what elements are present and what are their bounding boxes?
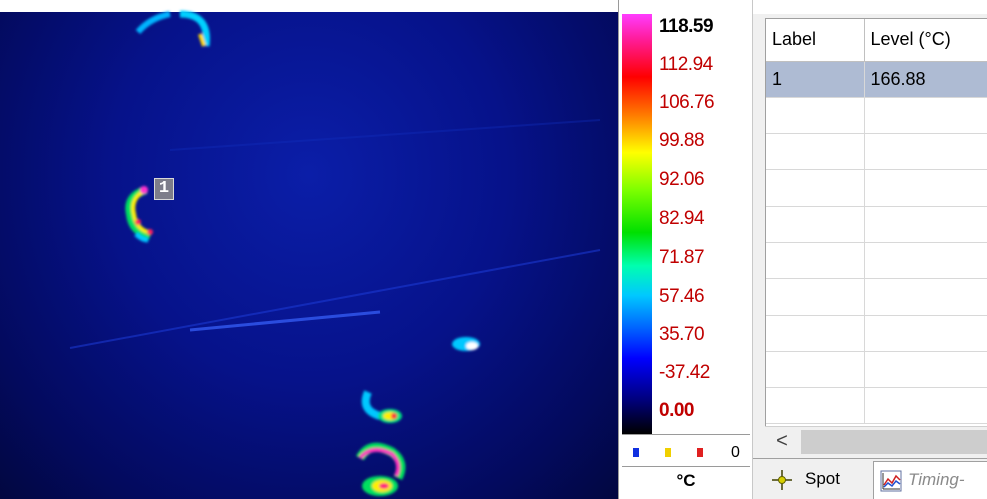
cell-level: 166.88: [864, 61, 987, 98]
table-row-empty: [766, 169, 987, 207]
table-row[interactable]: 1 166.88: [766, 61, 987, 98]
scale-label: 106.76: [659, 92, 715, 113]
tab-timing[interactable]: Timing-: [873, 461, 987, 499]
spot-marker-1[interactable]: 1: [154, 178, 174, 200]
measurement-panel: Label Level (°C) 1 166.88 < Spot Timing-: [752, 0, 987, 499]
palette-markers: 0: [619, 444, 753, 464]
table-row-empty: [766, 242, 987, 280]
scale-label: 112.94: [659, 54, 713, 75]
tab-spot-label: Spot: [805, 469, 840, 488]
column-header-label[interactable]: Label: [766, 19, 865, 62]
palette-red-marker: [697, 448, 703, 457]
column-header-level[interactable]: Level (°C): [864, 19, 987, 62]
scale-min-label[interactable]: 0.00: [659, 400, 694, 422]
hotspot-spot-1: [125, 186, 153, 243]
hotspot-right: [452, 337, 480, 351]
timing-chart-icon: [880, 470, 902, 492]
faint-edge-line: [69, 249, 601, 349]
scale-label: 82.94: [659, 208, 705, 229]
faint-edge-line: [169, 119, 601, 151]
table-row-empty: [766, 97, 987, 135]
spot-grid[interactable]: Label Level (°C) 1 166.88: [765, 18, 987, 426]
scale-label: -37.42: [659, 362, 710, 383]
tab-timing-label: Timing-: [908, 470, 965, 489]
scale-label: 57.46: [659, 286, 705, 307]
spot-crosshair-icon: [772, 470, 792, 490]
scale-label: 92.06: [659, 169, 705, 190]
panel-top-strip: [753, 0, 987, 14]
scrollbar-thumb[interactable]: [801, 430, 987, 454]
temperature-unit[interactable]: °C: [622, 466, 750, 499]
palette-count: 0: [731, 444, 740, 461]
scale-label: 99.88: [659, 130, 705, 151]
palette-yellow-marker: [665, 448, 671, 457]
palette-blue-marker: [633, 448, 639, 457]
hotspot-bottom: [356, 442, 406, 496]
table-row-empty: [766, 133, 987, 171]
thermal-image[interactable]: 1: [0, 0, 618, 499]
horizontal-scrollbar[interactable]: <: [765, 426, 987, 456]
spot-table: Label Level (°C) 1 166.88: [766, 19, 987, 425]
hotspot-lower: [361, 390, 402, 423]
scale-max-label[interactable]: 118.59: [659, 16, 714, 38]
table-row-empty: [766, 387, 987, 425]
hotspot-top: [135, 10, 210, 47]
color-scale-panel: 118.59 112.94 106.76 99.88 92.06 82.94 7…: [618, 0, 753, 499]
table-row-empty: [766, 206, 987, 243]
thermal-hotspots: [69, 10, 601, 496]
color-gradient-bar[interactable]: [622, 14, 652, 434]
panel-tabs: Spot Timing-: [753, 458, 987, 499]
table-row-empty: [766, 351, 987, 389]
table-header-row: Label Level (°C): [766, 19, 987, 62]
tab-spot[interactable]: Spot: [765, 461, 873, 499]
scale-top-strip: [619, 0, 753, 12]
scale-divider: [622, 434, 750, 435]
cell-label: 1: [766, 61, 865, 98]
scroll-left-icon[interactable]: <: [769, 429, 795, 455]
table-row-empty: [766, 315, 987, 352]
scale-label: 35.70: [659, 324, 705, 345]
scale-label: 71.87: [659, 247, 705, 268]
table-row-empty: [766, 278, 987, 316]
